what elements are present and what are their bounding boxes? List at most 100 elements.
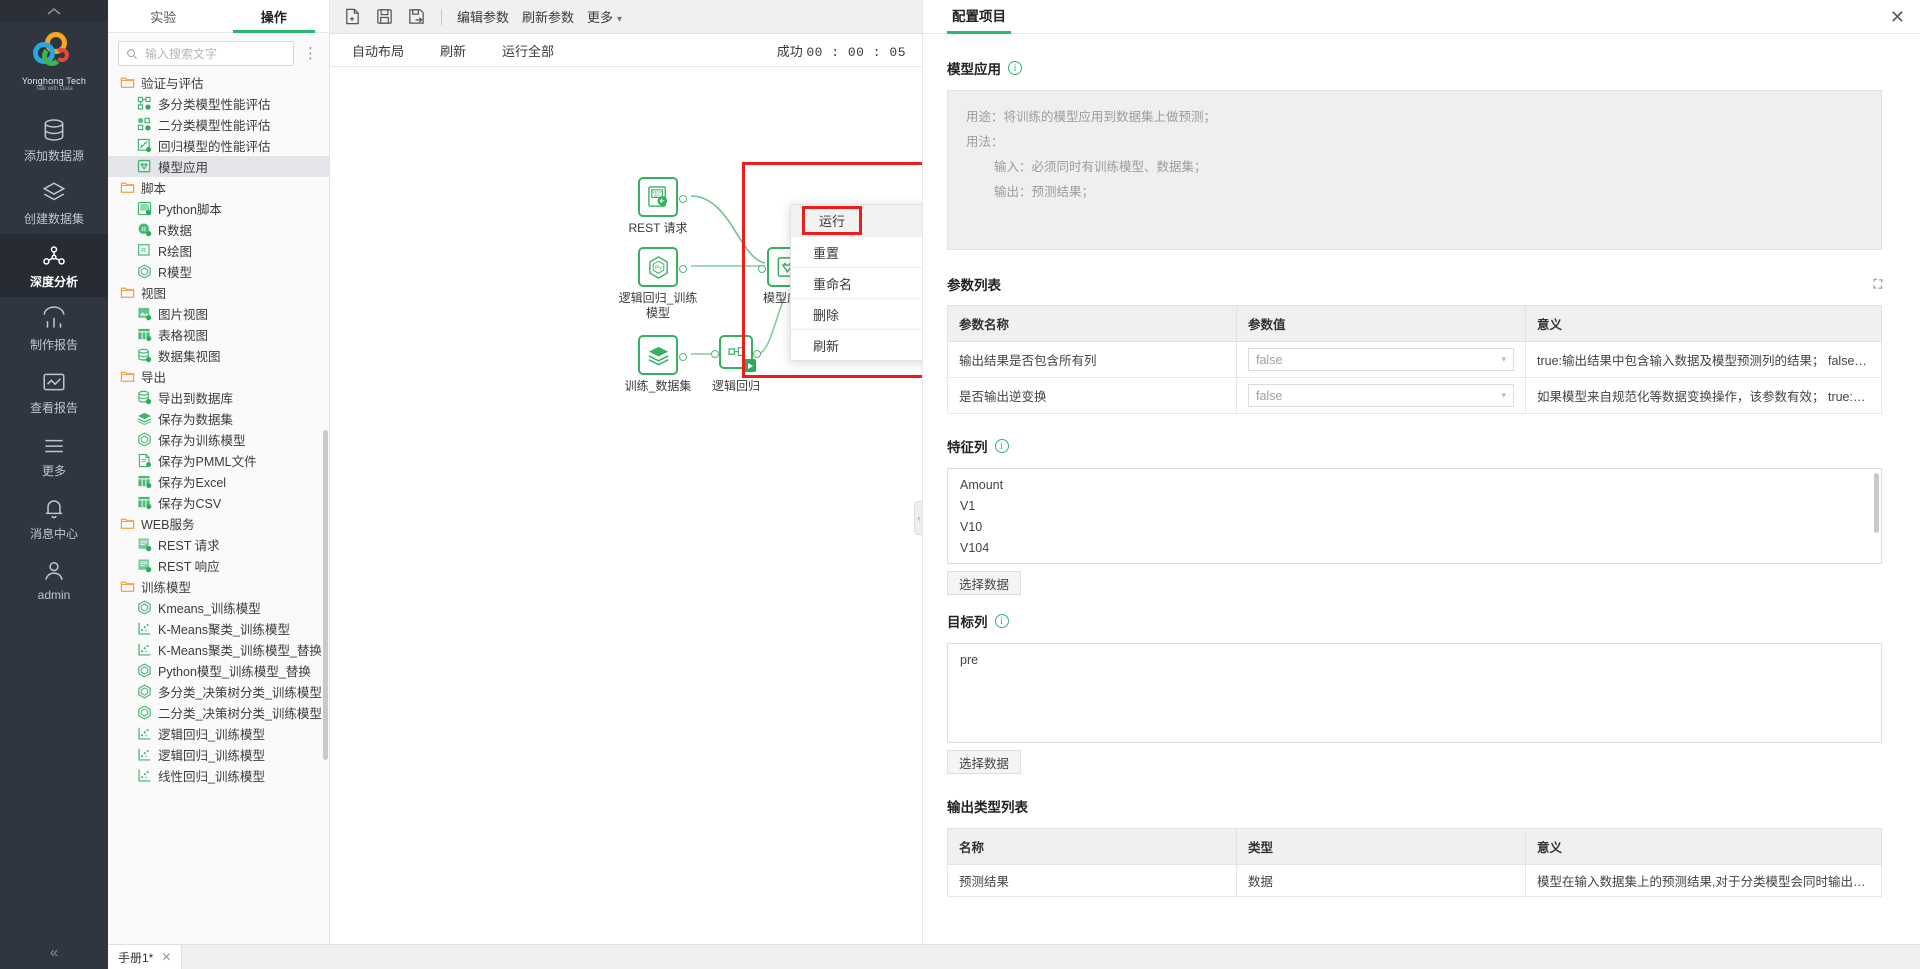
rail-collapse-toggle[interactable]: [0, 0, 108, 22]
rail-item-message-center[interactable]: 消息中心: [0, 486, 108, 549]
tree-item-27[interactable]: K-Means聚类_训练模型_替换: [108, 639, 329, 660]
document-tab[interactable]: 手册1* ✕: [108, 945, 183, 969]
expand-icon[interactable]: ⛶: [1874, 277, 1882, 292]
tree-item-18[interactable]: 保存为PMML文件: [108, 450, 329, 471]
node-box[interactable]: [711, 335, 761, 372]
tree-vertical-scrollbar[interactable]: [323, 430, 328, 760]
param-value-select[interactable]: false ▾: [1248, 384, 1514, 407]
node-box[interactable]: [638, 335, 687, 375]
list-item[interactable]: V1: [948, 496, 1881, 517]
tree-item-33[interactable]: 线性回归_训练模型: [108, 765, 329, 786]
node-output-port[interactable]: [679, 195, 687, 203]
tree-item-23[interactable]: REST 响应: [108, 555, 329, 576]
context-menu-item-delete[interactable]: 删除: [791, 298, 922, 329]
node-input-port[interactable]: [711, 350, 719, 358]
tree-item-25[interactable]: Kmeans_训练模型: [108, 597, 329, 618]
tree-item-13[interactable]: 数据集视图: [108, 345, 329, 366]
list-item[interactable]: pre: [948, 650, 1881, 671]
context-menu-item-run[interactable]: 运行: [791, 205, 922, 236]
target-select-data-button[interactable]: 选择数据: [947, 750, 1022, 774]
canvas-node-logistic-train[interactable]: Py 逻辑回归_训练模型: [619, 247, 697, 320]
auto-layout-button[interactable]: 自动布局: [352, 41, 404, 60]
rail-item-add-datasource[interactable]: 添加数据源: [0, 108, 108, 171]
tree-item-8[interactable]: R R绘图: [108, 240, 329, 261]
feature-list-scrollbar[interactable]: [1874, 473, 1879, 533]
feature-columns-list[interactable]: Amount V1 V10 V104: [947, 468, 1882, 564]
node-output-port[interactable]: [753, 350, 761, 358]
tree-item-20[interactable]: 保存为CSV: [108, 492, 329, 513]
tree-item-26[interactable]: K-Means聚类_训练模型: [108, 618, 329, 639]
tree-item-31[interactable]: 逻辑回归_训练模型: [108, 723, 329, 744]
context-menu-item-refresh[interactable]: 刷新: [791, 329, 922, 360]
tab-experiment[interactable]: 实验: [108, 0, 219, 32]
edit-params-button[interactable]: 编辑参数: [457, 7, 509, 26]
tree-item-16[interactable]: 保存为数据集: [108, 408, 329, 429]
tree-item-28[interactable]: Python模型_训练模型_替换: [108, 660, 329, 681]
tree-item-30[interactable]: 二分类_决策树分类_训练模型: [108, 702, 329, 723]
tree-item-9[interactable]: R模型: [108, 261, 329, 282]
canvas-node-train-dataset[interactable]: 训练_数据集: [625, 335, 691, 393]
tree-group-14[interactable]: 导出: [108, 366, 329, 387]
rail-item-view-report[interactable]: 查看报告: [0, 360, 108, 423]
tree-group-0[interactable]: 验证与评估: [108, 72, 329, 93]
tree-item-29[interactable]: 多分类_决策树分类_训练模型: [108, 681, 329, 702]
tree-item-17[interactable]: 保存为训练模型: [108, 429, 329, 450]
info-icon[interactable]: i: [1008, 61, 1022, 75]
tree-group-24[interactable]: 训练模型: [108, 576, 329, 597]
window-close-button[interactable]: ✕: [1890, 8, 1905, 26]
tree-item-4[interactable]: 模型应用: [108, 156, 329, 177]
node-context-menu[interactable]: 运行 重置 重命名 删除 刷新: [790, 204, 922, 361]
save-as-icon[interactable]: [407, 7, 426, 26]
rail-item-make-report[interactable]: 制作报告: [0, 297, 108, 360]
save-icon[interactable]: [375, 7, 394, 26]
info-icon[interactable]: i: [994, 439, 1009, 453]
rail-item-deep-analysis[interactable]: 深度分析: [0, 234, 108, 297]
tree-item-1[interactable]: 多分类模型性能评估: [108, 93, 329, 114]
more-menu-button[interactable]: 更多 ▾: [587, 7, 622, 26]
info-icon[interactable]: i: [994, 614, 1009, 628]
panel-collapse-handle[interactable]: ‹: [914, 501, 922, 535]
refresh-params-button[interactable]: 刷新参数: [522, 7, 574, 26]
node-input-port[interactable]: [758, 265, 766, 273]
tree-item-2[interactable]: 二分类模型性能评估: [108, 114, 329, 135]
close-icon[interactable]: ✕: [161, 950, 171, 964]
run-all-button[interactable]: 运行全部: [502, 41, 554, 60]
tree-item-22[interactable]: REST 请求: [108, 534, 329, 555]
tree-group-10[interactable]: 视图: [108, 282, 329, 303]
list-item[interactable]: V104: [948, 538, 1881, 559]
context-menu-item-reset[interactable]: 重置: [791, 236, 922, 267]
tree-item-15[interactable]: 导出到数据库: [108, 387, 329, 408]
tree-item-7[interactable]: R R数据: [108, 219, 329, 240]
node-output-port[interactable]: [679, 353, 687, 361]
refresh-button[interactable]: 刷新: [440, 41, 466, 60]
context-menu-item-rename[interactable]: 重命名: [791, 267, 922, 298]
rail-collapse-button[interactable]: «: [0, 944, 108, 961]
search-box[interactable]: [118, 41, 294, 66]
tree-item-3[interactable]: 回归模型的性能评估: [108, 135, 329, 156]
tree-item-19[interactable]: 保存为Excel: [108, 471, 329, 492]
tab-config-items[interactable]: 配置项目: [947, 5, 1011, 34]
search-input[interactable]: [143, 45, 286, 62]
tree-item-6[interactable]: Python脚本: [108, 198, 329, 219]
list-item[interactable]: V10: [948, 517, 1881, 538]
node-box[interactable]: REST API: [638, 177, 687, 217]
tree-item-32[interactable]: 逻辑回归_训练模型: [108, 744, 329, 765]
canvas-node-rest-request[interactable]: REST API REST 请求: [628, 177, 688, 235]
tree-group-5[interactable]: 脚本: [108, 177, 329, 198]
tree-list[interactable]: 验证与评估 多分类模型性能评估 二分类模型性能评估 回归模型的性能评估 模型应用 脚本 Py…: [108, 72, 329, 969]
target-columns-list[interactable]: pre: [947, 643, 1882, 743]
rail-item-more[interactable]: 更多: [0, 423, 108, 486]
tree-item-11[interactable]: 图片视图: [108, 303, 329, 324]
rail-item-create-dataset[interactable]: 创建数据集: [0, 171, 108, 234]
node-box[interactable]: Py: [638, 247, 687, 287]
feature-select-data-button[interactable]: 选择数据: [947, 571, 1022, 595]
new-doc-icon[interactable]: [343, 7, 362, 26]
tree-group-21[interactable]: WEB服务: [108, 513, 329, 534]
param-value-select[interactable]: false ▾: [1248, 348, 1514, 371]
list-item[interactable]: Amount: [948, 475, 1881, 496]
tab-operations[interactable]: 操作: [219, 0, 330, 33]
more-vertical-icon[interactable]: ⋮: [300, 46, 321, 61]
rail-item-admin[interactable]: admin: [0, 549, 108, 609]
workflow-canvas[interactable]: REST API REST 请求 Py 逻辑回归_训练模型 模型应用 训练_数据…: [330, 67, 922, 969]
canvas-node-logistic-regression[interactable]: 逻辑回归: [711, 335, 761, 393]
